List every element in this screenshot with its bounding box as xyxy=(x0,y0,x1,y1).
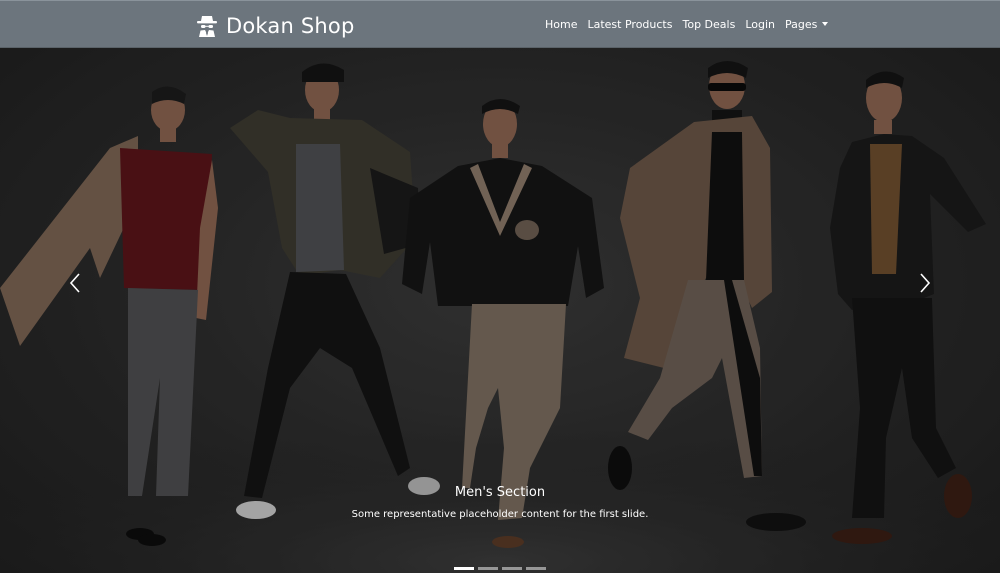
nav-pages-label: Pages xyxy=(785,18,818,31)
caption-text: Some representative placeholder content … xyxy=(351,509,649,520)
carousel-indicator-3[interactable] xyxy=(502,567,522,570)
carousel-prev-button[interactable] xyxy=(55,248,95,318)
caption-title: Men's Section xyxy=(454,485,546,500)
nav-pages-dropdown[interactable]: Pages xyxy=(780,17,833,33)
main-nav: Home Latest Products Top Deals Login Pag… xyxy=(545,17,833,33)
carousel-indicator-1[interactable] xyxy=(454,567,474,570)
caret-down-icon xyxy=(822,22,829,26)
navbar: Dokan Shop Home Latest Products Top Deal… xyxy=(0,0,1000,48)
nav-login[interactable]: Login xyxy=(740,17,780,33)
detective-icon xyxy=(196,14,218,38)
page: Dokan Shop Home Latest Products Top Deal… xyxy=(0,0,1000,573)
hero-carousel: Men's Section Some representative placeh… xyxy=(0,48,1000,573)
carousel-indicator-2[interactable] xyxy=(478,567,498,570)
nav-latest-products[interactable]: Latest Products xyxy=(582,17,677,33)
carousel-next-button[interactable] xyxy=(905,248,945,318)
chevron-right-icon xyxy=(920,273,931,293)
slide-caption: Men's Section Some representative placeh… xyxy=(300,484,700,522)
brand-link[interactable]: Dokan Shop xyxy=(196,11,354,41)
brand-name: Dokan Shop xyxy=(226,14,355,38)
carousel-indicator-4[interactable] xyxy=(526,567,546,570)
nav-top-deals[interactable]: Top Deals xyxy=(677,17,740,33)
chevron-left-icon xyxy=(69,273,80,293)
carousel-indicators xyxy=(454,567,546,570)
nav-home[interactable]: Home xyxy=(545,17,582,33)
